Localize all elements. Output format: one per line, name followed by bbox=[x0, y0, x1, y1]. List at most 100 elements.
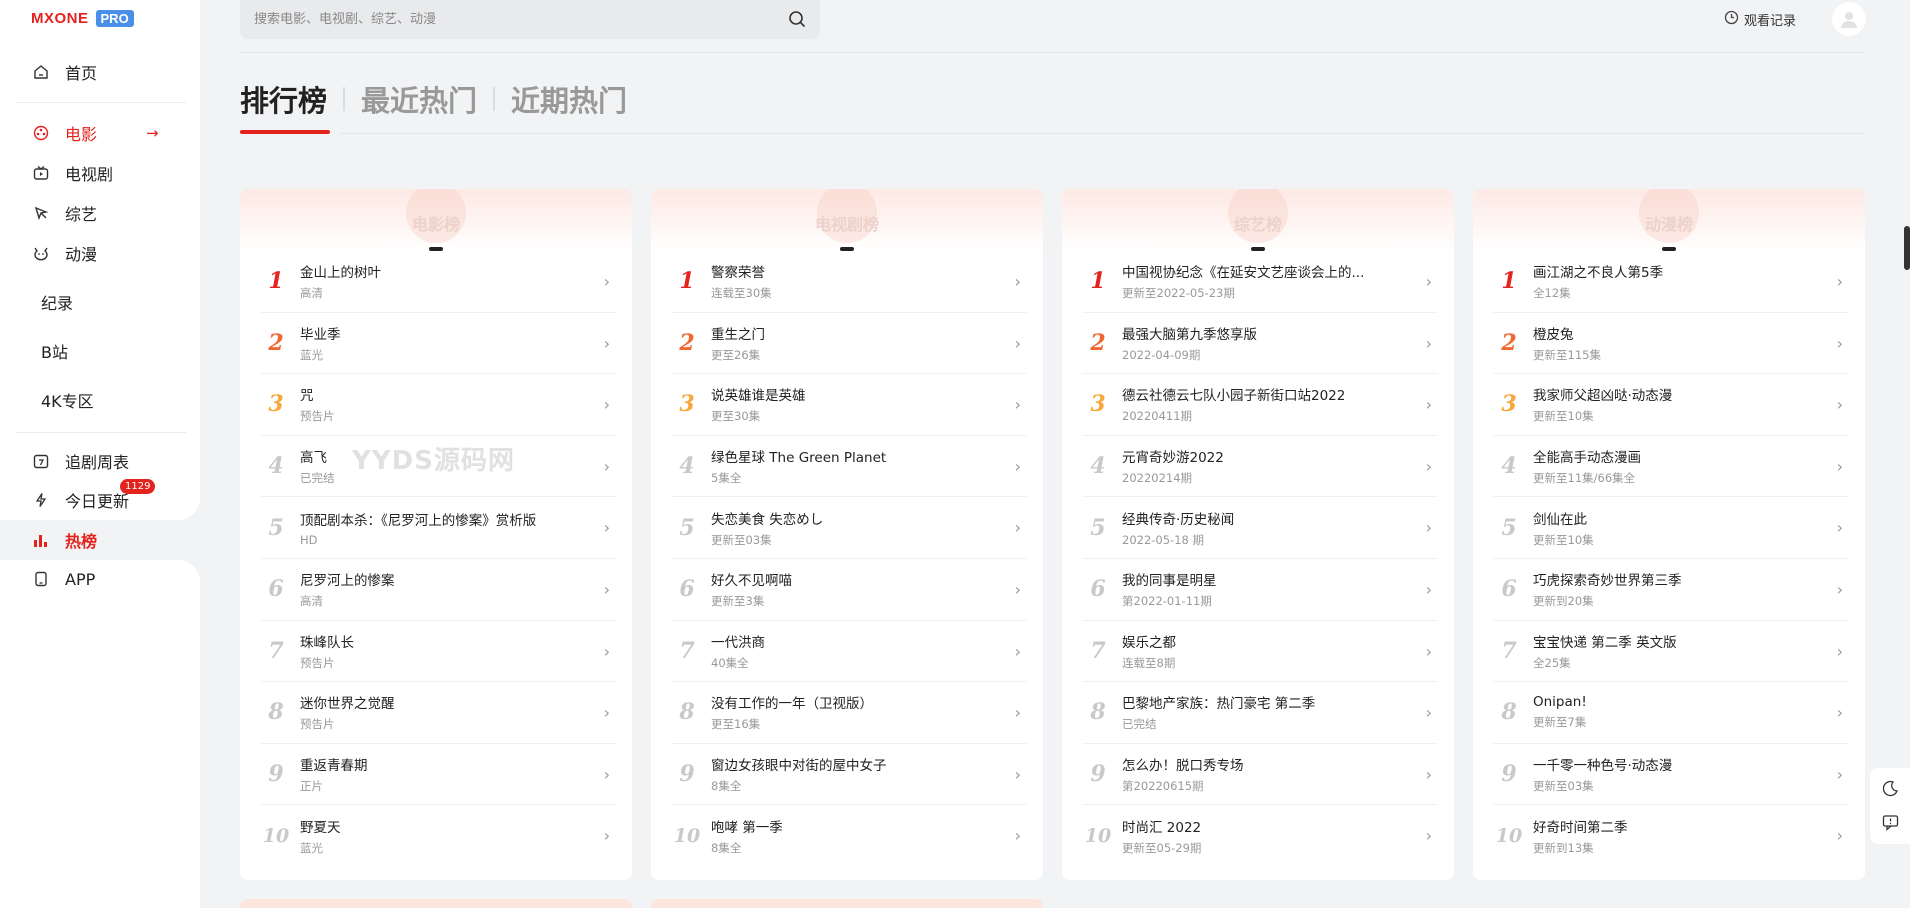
list-item[interactable]: 10 好奇时间第二季 更新到13集 › bbox=[1493, 805, 1849, 867]
watch-history-link[interactable]: 观看记录 bbox=[1724, 10, 1796, 29]
chevron-right-icon: › bbox=[1014, 395, 1021, 415]
list-item[interactable]: 3 咒预告片 › bbox=[260, 374, 616, 436]
list-item[interactable]: 2 重生之门 更至26集 › bbox=[671, 313, 1027, 375]
list-item[interactable]: 3 德云社德云七队小园子新街口站2022 20220411期 › bbox=[1082, 374, 1438, 436]
list-item[interactable]: 3 说英雄谁是英雄 更至30集 › bbox=[671, 374, 1027, 436]
rank-number: 7 bbox=[268, 637, 284, 664]
chevron-right-icon: › bbox=[1014, 579, 1021, 599]
scrollbar-thumb[interactable] bbox=[1904, 226, 1910, 270]
list-item[interactable]: 4 绿色星球 The Green Planet 5集全 › bbox=[671, 436, 1027, 498]
rank-status: 更新至10集 bbox=[1533, 532, 1594, 547]
rank-text: 剑仙在此 更新至10集 bbox=[1533, 508, 1849, 548]
sidebar-item-movie[interactable]: 电影 bbox=[32, 121, 97, 145]
rank-number: 4 bbox=[1090, 453, 1106, 480]
list-item[interactable]: 2 最强大脑第九季悠享版 2022-04-09期 › bbox=[1082, 313, 1438, 375]
search-input[interactable] bbox=[254, 12, 806, 27]
dark-mode-icon[interactable] bbox=[1882, 780, 1899, 801]
chevron-right-icon: › bbox=[1425, 333, 1432, 353]
rank-status: 20220214期 bbox=[1122, 471, 1193, 486]
sidebar-item-tv[interactable]: 电视剧 bbox=[32, 161, 113, 185]
sidebar-item-anime[interactable]: 动漫 bbox=[32, 241, 97, 265]
rank-text: Onipan! 更新至7集 bbox=[1533, 694, 1849, 730]
sidebar-item-bilibili[interactable]: B站 bbox=[41, 339, 68, 363]
sidebar-item-home[interactable]: 首页 bbox=[32, 60, 97, 84]
rank-status: 全12集 bbox=[1533, 286, 1571, 301]
list-item[interactable]: 6 巧虎探索奇妙世界第三季 更新到20集 › bbox=[1493, 559, 1849, 621]
rank-status: 更新至3集 bbox=[711, 594, 765, 609]
list-item[interactable]: 7 珠峰队长 预告片 › bbox=[260, 621, 616, 683]
list-item[interactable]: 4 元宵奇妙游2022 20220214期 › bbox=[1082, 436, 1438, 498]
list-item[interactable]: 7 一代洪商 40集全 › bbox=[671, 621, 1027, 683]
search-icon[interactable] bbox=[788, 10, 806, 32]
list-item[interactable]: 9 怎么办！脱口秀专场 第20220615期 › bbox=[1082, 744, 1438, 806]
tab-recent-hot[interactable]: 最近热门 bbox=[361, 78, 477, 120]
list-item[interactable]: 3 我家师父超凶哒·动态漫 更新至10集 › bbox=[1493, 374, 1849, 436]
rank-title: 画江湖之不良人第5季 bbox=[1533, 265, 1664, 282]
ranking-tabs: 排行榜 最近热门 近期热门 bbox=[240, 78, 627, 120]
rank-title: 咒 bbox=[300, 388, 314, 405]
tab-upcoming-hot[interactable]: 近期热门 bbox=[511, 78, 627, 120]
list-item[interactable]: 8 迷你世界之觉醒 预告片 › bbox=[260, 682, 616, 744]
chevron-right-icon: › bbox=[1014, 333, 1021, 353]
rank-title: 元宵奇妙游2022 bbox=[1122, 450, 1224, 467]
list-item[interactable]: 9 一千零一种色号·动态漫 更新至03集 › bbox=[1493, 744, 1849, 806]
rank-title: 野夏天 bbox=[300, 820, 341, 837]
tab-rankings[interactable]: 排行榜 bbox=[240, 78, 327, 120]
list-item[interactable]: 7 娱乐之都 连载至8期 › bbox=[1082, 621, 1438, 683]
sidebar: MXONE PRO 首页 电影 → 电视剧 综艺 动漫 纪录 B站 4K专区 追… bbox=[0, 0, 200, 908]
rank-number: 5 bbox=[1090, 514, 1106, 541]
list-item[interactable]: 7 宝宝快递 第二季 英文版 全25集 › bbox=[1493, 621, 1849, 683]
list-item[interactable]: 8 巴黎地产家族：热门豪宅 第二季 已完结 › bbox=[1082, 682, 1438, 744]
rank-status: 连载至8期 bbox=[1122, 655, 1176, 670]
list-item[interactable]: 1 金山上的树叶 高清 › bbox=[260, 251, 616, 313]
rank-title: 重返青春期 bbox=[300, 758, 368, 775]
sidebar-item-app[interactable]: APP bbox=[32, 567, 95, 591]
update-count-badge: 1129 bbox=[120, 479, 156, 494]
film-icon bbox=[32, 125, 49, 142]
rank-title: 咆哮 第一季 bbox=[711, 820, 783, 837]
list-item[interactable]: 1 警察荣誉 连载至30集 › bbox=[671, 251, 1027, 313]
list-item[interactable]: 6 尼罗河上的惨案 高清 › bbox=[260, 559, 616, 621]
list-item[interactable]: 6 好久不见啊喵 更新至3集 › bbox=[671, 559, 1027, 621]
chevron-right-icon: › bbox=[1836, 272, 1843, 291]
list-item[interactable]: 10 野夏天 蓝光 › bbox=[260, 805, 616, 867]
header-divider bbox=[240, 52, 1865, 53]
list-item[interactable]: 2 橙皮兔 更新至115集 › bbox=[1493, 313, 1849, 375]
list-item[interactable]: 5 顶配剧本杀：《尼罗河上的惨案》赏析版 HD › bbox=[260, 497, 616, 559]
sidebar-item-hot[interactable]: 热榜 bbox=[32, 528, 97, 552]
card-anime-ranking: 动漫榜 1 画江湖之不良人第5季 全12集 › 2 橙皮兔 更新至115集 › 3 我家师父超凶哒·… bbox=[1473, 189, 1865, 880]
list-item[interactable]: 6 我的同事是明星 第2022-01-11期 › bbox=[1082, 559, 1438, 621]
sidebar-item-4k[interactable]: 4K专区 bbox=[41, 388, 94, 412]
list-item[interactable]: 5 剑仙在此 更新至10集 › bbox=[1493, 497, 1849, 559]
rank-text: 中国视协纪念《在延安文艺座谈会上的... 更新至2022-05-23期 bbox=[1122, 261, 1438, 301]
list-item[interactable]: 10 咆哮 第一季 8集全 › bbox=[671, 805, 1027, 867]
list-item[interactable]: 8 没有工作的一年（卫视版） 更至16集 › bbox=[671, 682, 1027, 744]
list-item[interactable]: 9 窗边女孩眼中对街的屋中女子 8集全 › bbox=[671, 744, 1027, 806]
list-item[interactable]: 5 失恋美食 失恋めし 更新至03集 › bbox=[671, 497, 1027, 559]
rank-title: 迷你世界之觉醒 bbox=[300, 696, 395, 713]
sidebar-item-schedule[interactable]: 追剧周表 bbox=[32, 449, 129, 473]
rank-text: 怎么办！脱口秀专场 第20220615期 bbox=[1122, 754, 1438, 794]
user-icon bbox=[1841, 12, 1857, 28]
rank-number: 2 bbox=[1501, 329, 1517, 356]
list-item[interactable]: 2 毕业季 蓝光 › bbox=[260, 313, 616, 375]
sidebar-item-documentary[interactable]: 纪录 bbox=[41, 290, 73, 314]
list-item[interactable]: 4 全能高手动态漫画 更新至11集/66集全 › bbox=[1493, 436, 1849, 498]
sidebar-item-variety[interactable]: 综艺 bbox=[32, 201, 97, 225]
rank-text: 窗边女孩眼中对街的屋中女子 8集全 bbox=[711, 754, 1027, 794]
list-item[interactable]: 5 经典传奇·历史秘闻 2022-05-18 期 › bbox=[1082, 497, 1438, 559]
rank-text: 重生之门 更至26集 bbox=[711, 323, 1027, 363]
logo[interactable]: MXONE PRO bbox=[31, 10, 134, 27]
list-item[interactable]: 10 时尚汇 2022 更新至05-29期 › bbox=[1082, 805, 1438, 867]
rank-status: 8集全 bbox=[711, 779, 742, 794]
chevron-right-icon: › bbox=[603, 764, 610, 784]
rank-number: 2 bbox=[1090, 329, 1106, 356]
chevron-right-icon: › bbox=[1014, 641, 1021, 661]
list-item[interactable]: 8 Onipan! 更新至7集 › bbox=[1493, 682, 1849, 744]
list-item[interactable]: 9 重返青春期 正片 › bbox=[260, 744, 616, 806]
avatar[interactable] bbox=[1832, 2, 1866, 36]
list-item[interactable]: 1 中国视协纪念《在延安文艺座谈会上的... 更新至2022-05-23期 › bbox=[1082, 251, 1438, 313]
feedback-icon[interactable] bbox=[1882, 814, 1899, 835]
sidebar-item-today-update[interactable]: 今日更新 bbox=[32, 488, 129, 512]
list-item[interactable]: 1 画江湖之不良人第5季 全12集 › bbox=[1493, 251, 1849, 313]
